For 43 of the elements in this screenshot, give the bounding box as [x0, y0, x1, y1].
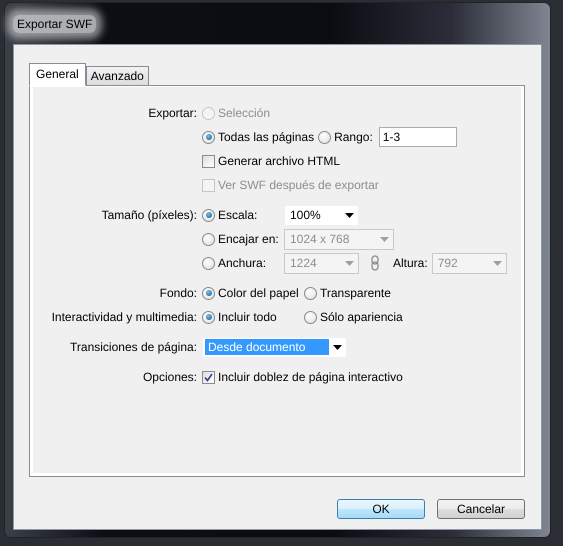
- checkbox-label[interactable]: Generar archivo HTML: [218, 154, 340, 168]
- caret-icon: [345, 212, 354, 218]
- row-label: Transiciones de página:: [69, 340, 197, 354]
- tab[interactable]: Avanzado: [86, 66, 149, 86]
- radio-button[interactable]: [318, 130, 332, 144]
- radio-label[interactable]: Rango:: [334, 130, 373, 144]
- radio-label[interactable]: Color del papel: [218, 286, 299, 300]
- dropdown[interactable]: 100%: [284, 204, 359, 226]
- radio-label[interactable]: Sólo apariencia: [320, 310, 403, 324]
- row-label: Tamaño (píxeles):: [100, 208, 197, 222]
- row-label: Exportar:: [147, 106, 197, 120]
- caret-icon: [492, 260, 502, 266]
- radio-label[interactable]: Transparente: [320, 286, 391, 300]
- row-label: Interactividad y multimedia:: [50, 310, 197, 324]
- radio-button[interactable]: [202, 286, 215, 300]
- caret-icon: [380, 236, 389, 242]
- chain-link-icon[interactable]: [371, 255, 379, 271]
- checkmark-icon: [204, 372, 213, 382]
- radio-button[interactable]: [202, 208, 215, 222]
- radio-button[interactable]: [202, 310, 215, 324]
- caret-icon: [333, 344, 342, 350]
- radio-label[interactable]: Escala:: [218, 208, 258, 222]
- dialog-button[interactable]: OK: [337, 499, 425, 519]
- field-label: Altura:: [393, 256, 428, 270]
- radio-button[interactable]: [202, 130, 215, 144]
- tab[interactable]: General: [29, 63, 86, 86]
- row-label: Fondo:: [158, 286, 197, 300]
- checkbox[interactable]: [202, 154, 215, 168]
- range-field[interactable]: 1-3: [378, 127, 457, 147]
- caret-icon: [345, 260, 354, 266]
- radio-button[interactable]: [202, 232, 215, 246]
- radio-button[interactable]: [304, 286, 317, 300]
- radio-label[interactable]: Anchura:: [218, 256, 266, 270]
- checkbox-label[interactable]: Incluir doblez de página interactivo: [218, 370, 403, 384]
- dialog-button[interactable]: Cancelar: [437, 499, 525, 519]
- window-title: Exportar SWF: [13, 14, 96, 32]
- radio-label[interactable]: Encajar en:: [218, 232, 279, 246]
- radio-label[interactable]: Incluir todo: [218, 310, 277, 324]
- radio-button[interactable]: [304, 310, 317, 324]
- checkbox[interactable]: [202, 370, 215, 384]
- radio-button[interactable]: [202, 256, 215, 270]
- row-label: Opciones:: [142, 370, 197, 384]
- radio-label[interactable]: Todas las páginas: [218, 130, 314, 144]
